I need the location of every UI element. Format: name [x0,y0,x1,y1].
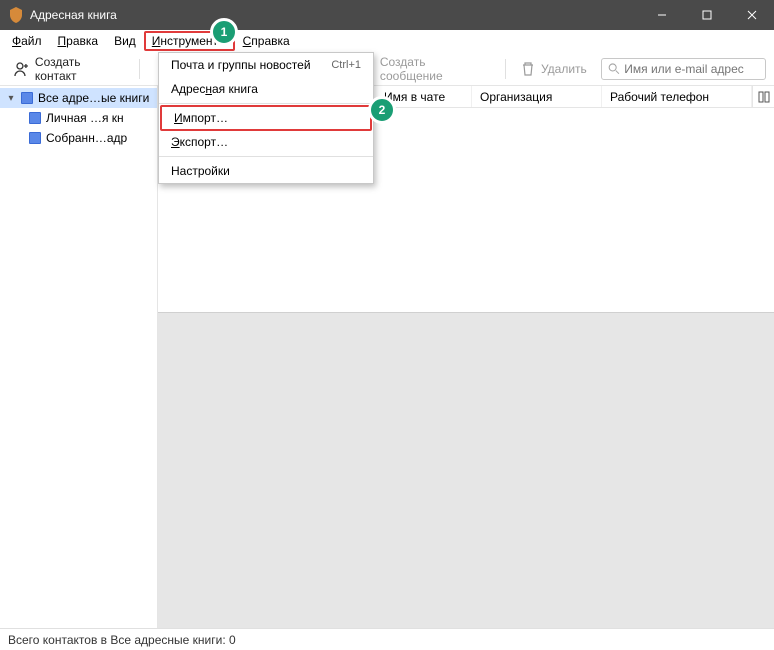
new-contact-button[interactable]: Создать контакт [8,52,131,86]
tree-item-personal[interactable]: Личная …я кн [0,108,157,128]
delete-button[interactable]: Удалить [514,58,593,80]
dropdown-item-label: Адресная книга [171,82,258,96]
menu-help[interactable]: Справка [235,32,298,50]
dropdown-item-label: Почта и группы новостей [171,58,311,72]
menu-edit-label: равка [66,34,98,48]
window-controls [639,0,774,30]
compose-message-label: Создать сообщение [380,55,491,83]
menubar: Файл Правка Вид Инструменты Справка [0,30,774,52]
dropdown-item-label: Настройки [171,164,230,178]
dropdown-mail-groups[interactable]: Почта и группы новостей Ctrl+1 [159,53,373,77]
column-org[interactable]: Организация [472,86,602,107]
app-icon [8,7,24,23]
sidebar: ▾ Все адре…ые книги Личная …я кн Собранн… [0,86,158,628]
tree-root: ▾ Все адре…ые книги Личная …я кн Собранн… [0,86,157,150]
preview-pane [158,312,774,628]
dropdown-export[interactable]: Экспорт… [159,130,373,154]
titlebar: Адресная книга [0,0,774,30]
dropdown-separator [159,103,373,104]
tree-item-label: Личная …я кн [46,111,124,125]
dropdown-item-label: Импорт… [174,111,228,125]
menu-file-label: айл [21,34,41,48]
toolbar-divider-2 [505,59,506,79]
dropdown-address-book[interactable]: Адресная книга [159,77,373,101]
body-area: ▾ Все адре…ые книги Личная …я кн Собранн… [0,86,774,628]
dropdown-import[interactable]: Импорт… [160,105,372,131]
toolbar-divider [139,59,140,79]
dropdown-settings[interactable]: Настройки [159,159,373,183]
menu-help-label: правка [251,34,289,48]
trash-icon [520,61,536,77]
annotation-badge-2: 2 [368,96,396,124]
compose-message-button[interactable]: Создать сообщение [353,52,497,86]
column-work-phone[interactable]: Рабочий телефон [602,86,752,107]
close-button[interactable] [729,0,774,30]
maximize-button[interactable] [684,0,729,30]
tree-item-collected[interactable]: Собранн…адр [0,128,157,148]
dropdown-shortcut: Ctrl+1 [331,59,361,71]
delete-label: Удалить [541,62,587,76]
statusbar: Всего контактов в Все адресные книги: 0 [0,628,774,650]
book-icon [20,91,34,105]
window-title: Адресная книга [30,8,639,22]
annotation-badge-1: 1 [210,18,238,46]
dropdown-separator [159,156,373,157]
tree-item-label: Все адре…ые книги [38,91,149,105]
menu-view[interactable]: Вид [106,32,144,50]
tree-item-all-books[interactable]: ▾ Все адре…ые книги [0,88,157,108]
status-text: Всего контактов в Все адресные книги: 0 [8,633,236,647]
toolbar: Создать контакт Создать сообщение Удалит… [0,52,774,86]
column-picker-button[interactable] [752,86,774,107]
chevron-down-icon: ▾ [6,93,16,104]
search-icon [608,62,620,76]
menu-edit[interactable]: Правка [50,32,107,50]
person-plus-icon [14,61,30,77]
menu-file[interactable]: Файл [4,32,50,50]
minimize-button[interactable] [639,0,684,30]
search-input[interactable] [624,62,759,76]
new-contact-label: Создать контакт [35,55,125,83]
book-icon [28,111,42,125]
tree-item-label: Собранн…адр [46,131,127,145]
book-icon [28,131,42,145]
tools-dropdown: Почта и группы новостей Ctrl+1 Адресная … [158,52,374,184]
column-picker-icon [758,91,770,103]
search-box[interactable] [601,58,766,80]
dropdown-item-label: Экспорт… [171,135,228,149]
